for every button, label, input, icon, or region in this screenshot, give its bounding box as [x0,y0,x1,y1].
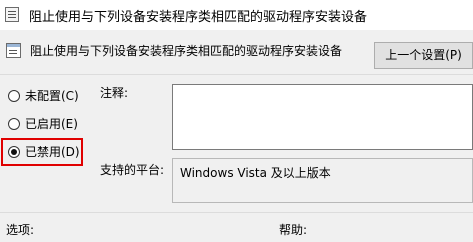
title-bar: 阻止使用与下列设备安装程序类相匹配的驱动程序安装设备 [0,0,473,30]
radio-circle[interactable] [8,118,20,130]
comment-field[interactable] [172,84,473,150]
radio-label: 已启用(E) [25,117,78,131]
divider [0,212,473,213]
comment-label: 注释: [100,86,129,100]
divider [0,74,473,75]
supported-platform-label: 支持的平台: [100,163,165,177]
policy-name: 阻止使用与下列设备安装程序类相匹配的驱动程序安装设备 [30,44,343,58]
supported-platform-value: Windows Vista 及以上版本 [180,166,331,180]
previous-setting-button[interactable]: 上一个设置(P) [374,42,473,69]
policy-setting-icon [6,43,21,58]
policy-window-icon [5,7,19,22]
help-label: 帮助: [279,223,308,237]
window-title: 阻止使用与下列设备安装程序类相匹配的驱动程序安装设备 [29,10,368,25]
radio-circle[interactable] [8,90,20,102]
selection-highlight-box [1,138,83,166]
options-label: 选项: [6,223,35,237]
supported-platform-box: Windows Vista 及以上版本 [172,158,473,203]
radio-label: 未配置(C) [25,89,79,103]
